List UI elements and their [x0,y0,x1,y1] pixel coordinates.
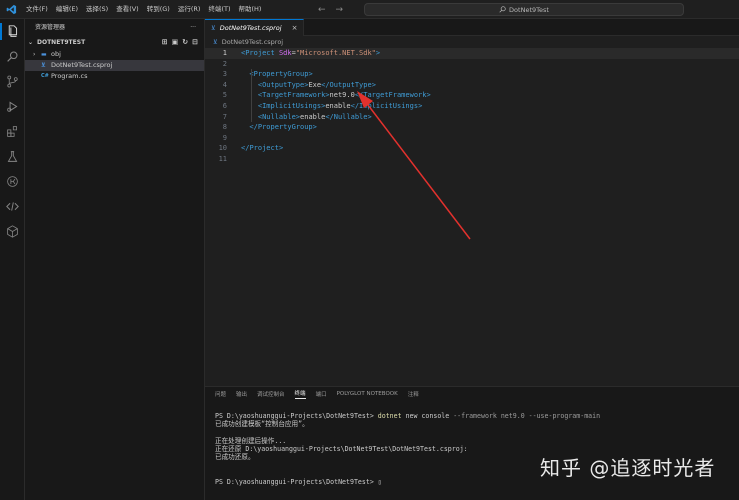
panel-tab[interactable]: 问题 [215,390,226,398]
collapse-all-icon[interactable]: ⊟ [192,36,198,49]
menu-item[interactable]: 运行(R) [174,0,205,19]
explorer-icon[interactable] [0,23,21,40]
tree-item-label: Program.cs [51,72,88,80]
terminal-command-args: --framework net9.0 --use-program-main [453,412,601,420]
menu-item[interactable]: 文件(F) [22,0,52,19]
csharp-file-icon: C# [41,73,49,79]
title-bar: 文件(F) 编辑(E) 选择(S) 查看(V) 转到(G) 运行(R) 终端(T) 帮助(H)… [0,0,739,19]
terminal-line: PS D:\yaoshuanggui-Projects\DotNet9Test>… [215,412,739,420]
run-debug-icon[interactable] [4,98,21,115]
annotation-arrow [357,91,471,240]
panel-tab[interactable]: 终端 [294,389,306,399]
vscode-logo-icon [0,0,22,19]
refresh-icon[interactable]: ↻ [182,36,188,49]
command-center-text: DotNet9Test [509,5,549,14]
terminal-cursor: ▯ [377,477,382,486]
menu-item[interactable]: 终端(T) [204,0,234,19]
source-control-icon[interactable] [4,73,21,90]
chevron-down-icon: ⌄ [28,39,34,46]
csproj-file-icon: ⊻ [41,62,46,69]
menu-item[interactable]: 转到(G) [143,0,174,19]
editor-area: ⊻ DotNet9Test.csproj × ⊻ DotNet9Test.csp… [205,19,739,386]
watermark: 知乎 @追逐时光者 [540,456,716,480]
tree-item-program-cs[interactable]: C# Program.cs [25,71,204,82]
tree-item-label: obj [51,50,61,58]
panel-tab[interactable]: 注释 [408,390,419,398]
folder-icon: ▬ [41,51,47,58]
terminal-prompt: PS D:\yaoshuanggui-Projects\DotNet9Test> [215,477,378,486]
arrow-shaft [364,100,471,240]
forward-arrow-icon[interactable]: → [336,5,344,15]
folder-actions: ⊞ ▣ ↻ ⊟ [162,36,204,49]
command-center-search[interactable]: DotNet9Test [364,3,684,16]
panel-tab[interactable]: POLYGLOT NOTEBOOK [337,391,398,397]
tree-item-label: DotNet9Test.csproj [51,61,113,69]
panel-tabs: 问题 输出 调试控制台 终端 端口 POLYGLOT NOTEBOOK 注释 [205,387,739,400]
testing-flask-icon[interactable] [4,148,21,165]
menu-bar: 文件(F) 编辑(E) 选择(S) 查看(V) 转到(G) 运行(R) 终端(T) 帮助(H) [22,0,265,19]
more-actions-icon[interactable]: ··· [190,19,196,36]
terminal-command-rest: new console [401,412,454,420]
terminal-command: dotnet [377,412,402,420]
terminal-output: 正在处理创建后操作... [215,436,287,445]
new-file-icon[interactable]: ⊞ [162,36,168,49]
cube-icon[interactable] [4,223,21,240]
workspace-folder-name: DOTNET9TEST [37,39,86,46]
chevron-right-icon: › [33,51,36,58]
menu-item[interactable]: 选择(S) [82,0,112,19]
menu-item[interactable]: 查看(V) [112,0,143,19]
extensions-icon[interactable] [4,123,21,140]
code-brackets-icon[interactable] [4,198,21,215]
tree-item-obj[interactable]: › ▬ obj [25,49,204,60]
menu-item[interactable]: 编辑(E) [52,0,82,19]
terminal-prompt: PS D:\yaoshuanggui-Projects\DotNet9Test> [215,412,378,420]
terminal-output: 已成功创建模板“控制台应用”。 [215,420,309,429]
search-view-icon[interactable] [4,48,21,65]
tree-item-csproj[interactable]: ⊻ DotNet9Test.csproj [25,60,204,71]
back-arrow-icon[interactable]: ← [318,5,326,15]
sidebar-title-text: 资源管理器 [35,24,66,31]
panel-tab[interactable]: 端口 [316,390,327,398]
nav-arrows: ← → [318,0,343,19]
panel-tab[interactable]: 输出 [236,390,247,398]
remote-explorer-icon[interactable] [4,173,21,190]
bottom-panel: 问题 输出 调试控制台 终端 端口 POLYGLOT NOTEBOOK 注释 PS D:\y… [205,386,739,500]
panel-tab[interactable]: 调试控制台 [257,390,285,398]
explorer-sidebar: 资源管理器 ··· ⌄ DOTNET9TEST ⊞ ▣ ↻ ⊟ › ▬ obj … [25,19,205,500]
workspace-folder-header[interactable]: ⌄ DOTNET9TEST ⊞ ▣ ↻ ⊟ [25,36,204,49]
arrow-head [357,91,373,108]
search-icon [499,6,506,13]
new-folder-icon[interactable]: ▣ [172,36,179,49]
activity-bar [0,19,25,500]
sidebar-title: 资源管理器 ··· [25,19,204,36]
menu-item[interactable]: 帮助(H) [234,0,265,19]
